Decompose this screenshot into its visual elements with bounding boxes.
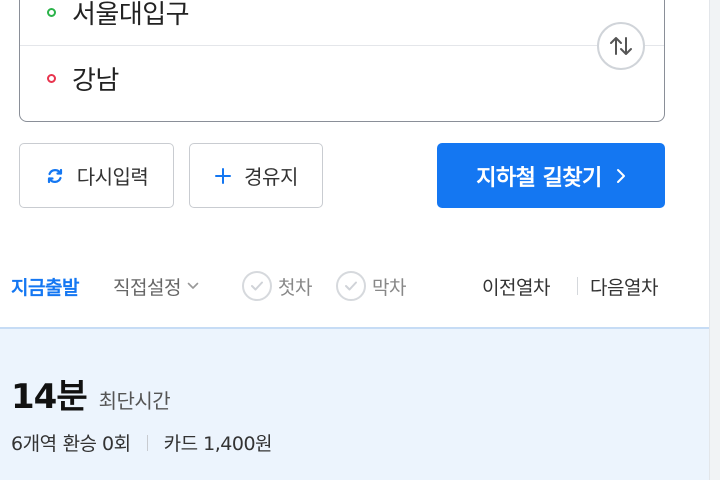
- check-circle-icon: [336, 271, 366, 301]
- custom-time-label: 직접설정: [113, 276, 181, 299]
- station-count: 6개역: [11, 433, 57, 455]
- route-divider: [20, 45, 664, 46]
- previous-train-label: 이전열차: [482, 276, 550, 299]
- search-button-label: 지하철 길찾기: [476, 165, 602, 191]
- start-dot-icon: [47, 7, 56, 17]
- detail-divider: [146, 434, 148, 451]
- waypoint-button-label: 경유지: [244, 165, 298, 189]
- plus-icon: [214, 167, 232, 185]
- train-nav-divider: [577, 262, 578, 310]
- fare-info: 카드 1,400원: [163, 433, 273, 455]
- end-station-field[interactable]: 강남: [20, 47, 664, 109]
- route-result-card[interactable]: 14분 최단시간 6개역 환승 0회 카드 1,400원: [0, 327, 709, 480]
- first-train-checkbox[interactable]: 첫차: [242, 262, 312, 310]
- depart-now-option[interactable]: 지금출발: [11, 262, 79, 310]
- shortest-time-label: 최단시간: [98, 389, 171, 413]
- end-station-text: 강남: [72, 65, 119, 96]
- travel-time-value: 14분: [11, 377, 88, 417]
- first-train-label: 첫차: [278, 276, 312, 299]
- scrollbar-track[interactable]: [709, 0, 720, 480]
- next-train-label: 다음열차: [590, 276, 658, 299]
- swap-arrows-icon: [610, 37, 632, 55]
- route-details: 6개역 환승 0회 카드 1,400원: [11, 429, 273, 456]
- check-circle-icon: [242, 271, 272, 301]
- chevron-right-icon: [616, 168, 626, 184]
- next-train-button[interactable]: 다음열차: [590, 262, 658, 310]
- depart-now-label: 지금출발: [11, 276, 79, 299]
- start-station-field[interactable]: 서울대입구: [20, 0, 664, 43]
- start-station-text: 서울대입구: [72, 0, 190, 30]
- reset-button[interactable]: 다시입력: [19, 143, 174, 208]
- chevron-down-icon: [187, 282, 199, 290]
- travel-time: 14분 최단시간: [11, 369, 171, 418]
- last-train-label: 막차: [372, 276, 406, 299]
- custom-time-dropdown[interactable]: 직접설정: [113, 262, 199, 310]
- subway-route-panel: 서울대입구 강남 다시입력 경유지 지하철 길찾기 지금출발 직접설정 첫차 막…: [0, 0, 720, 480]
- route-input-box: 서울대입구 강남: [19, 0, 665, 122]
- last-train-checkbox[interactable]: 막차: [336, 262, 406, 310]
- end-dot-icon: [47, 73, 56, 83]
- departure-options: 지금출발 직접설정 첫차 막차 이전열차 다음열차: [0, 262, 709, 310]
- transfer-count: 환승 0회: [62, 433, 132, 455]
- add-waypoint-button[interactable]: 경유지: [189, 143, 323, 208]
- subway-search-button[interactable]: 지하철 길찾기: [437, 143, 665, 208]
- previous-train-button[interactable]: 이전열차: [482, 262, 550, 310]
- reset-button-label: 다시입력: [76, 165, 149, 189]
- refresh-icon: [45, 166, 65, 186]
- swap-stations-button[interactable]: [597, 22, 645, 70]
